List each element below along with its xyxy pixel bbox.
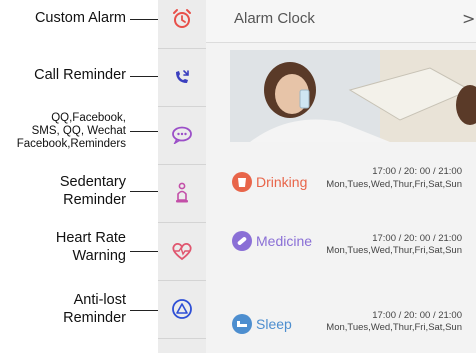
callout-call-reminder-text: Call Reminder xyxy=(34,67,126,83)
leader-line xyxy=(130,19,158,20)
sitting-person-icon xyxy=(176,182,188,203)
callout-heart-line: Heart Rate xyxy=(55,230,126,246)
callout-sedentary-line: Sedentary xyxy=(59,174,126,190)
reminder-name: Sleep xyxy=(256,316,292,332)
cup-icon xyxy=(232,172,252,192)
callout-social-reminders: QQ,Facebook, SMS, QQ, Wechat Facebook,Re… xyxy=(17,112,126,151)
call-cell[interactable] xyxy=(158,48,206,107)
callout-sedentary-line: Reminder xyxy=(63,192,126,208)
reminder-medicine-row[interactable]: Medicine 17:00 / 20: 00 / 21:00 Mon,Tues… xyxy=(206,225,476,279)
chevron-right-icon[interactable]: > xyxy=(462,9,475,28)
reminder-name: Drinking xyxy=(256,174,308,190)
leader-line xyxy=(130,310,158,311)
reminder-times: 17:00 / 20: 00 / 21:00 xyxy=(372,166,462,177)
callout-social-line: QQ,Facebook, xyxy=(51,112,126,124)
anti-lost-cell[interactable] xyxy=(158,280,206,339)
leader-line xyxy=(130,251,158,252)
callout-antilost-line: Reminder xyxy=(63,310,126,326)
leader-line xyxy=(130,76,158,77)
reminder-name: Medicine xyxy=(256,233,313,249)
callout-antilost-line: Anti-lost xyxy=(73,292,126,308)
heart-rate-cell[interactable] xyxy=(158,222,206,281)
reminder-days: Mon,Tues,Wed,Thur,Fri,Sat,Sun xyxy=(326,322,462,333)
warning-triangle-icon xyxy=(172,299,192,319)
reminder-sleep-row[interactable]: Sleep 17:00 / 20: 00 / 21:00 Mon,Tues,We… xyxy=(206,302,476,356)
callout-call-reminder: Call Reminder xyxy=(34,66,126,84)
pill-icon xyxy=(232,231,252,251)
leader-line xyxy=(130,131,158,132)
feature-icon-column xyxy=(158,0,206,353)
alarm-clock-icon xyxy=(173,9,191,28)
callout-sedentary-reminder: Sedentary Reminder xyxy=(60,173,126,209)
callout-custom-alarm: Custom Alarm xyxy=(35,9,126,27)
app-header: Alarm Clock > xyxy=(206,0,476,43)
missed-call-icon xyxy=(176,70,189,83)
hero-illustration xyxy=(230,50,476,142)
reminder-times: 17:00 / 20: 00 / 21:00 xyxy=(372,310,462,321)
callout-heart-line: Warning xyxy=(72,248,126,264)
alarm-clock-screen: Alarm Clock > Drinking 17:00 / 20: 00 / … xyxy=(206,0,476,353)
alarm-cell[interactable] xyxy=(158,0,206,49)
callout-heart-rate-warning: Heart Rate Warning xyxy=(56,229,126,265)
reminder-days: Mon,Tues,Wed,Thur,Fri,Sat,Sun xyxy=(326,245,462,256)
callout-anti-lost-reminder: Anti-lost Reminder xyxy=(63,291,126,327)
callout-custom-alarm-text: Custom Alarm xyxy=(34,10,126,26)
leader-line xyxy=(130,191,158,192)
reminder-drinking-row[interactable]: Drinking 17:00 / 20: 00 / 21:00 Mon,Tues… xyxy=(206,158,476,212)
reminder-times: 17:00 / 20: 00 / 21:00 xyxy=(372,233,462,244)
page-title: Alarm Clock xyxy=(234,10,315,27)
callout-social-line: Facebook,Reminders xyxy=(16,138,126,150)
bed-icon xyxy=(232,314,252,334)
reminder-days: Mon,Tues,Wed,Thur,Fri,Sat,Sun xyxy=(326,179,462,190)
hero-photo-woman-drinking xyxy=(230,50,476,142)
callout-social-line: SMS, QQ, Wechat xyxy=(31,125,126,137)
message-bubble-icon xyxy=(172,126,192,144)
sedentary-cell[interactable] xyxy=(158,164,206,223)
heart-rate-icon xyxy=(172,242,192,261)
message-cell[interactable] xyxy=(158,106,206,165)
